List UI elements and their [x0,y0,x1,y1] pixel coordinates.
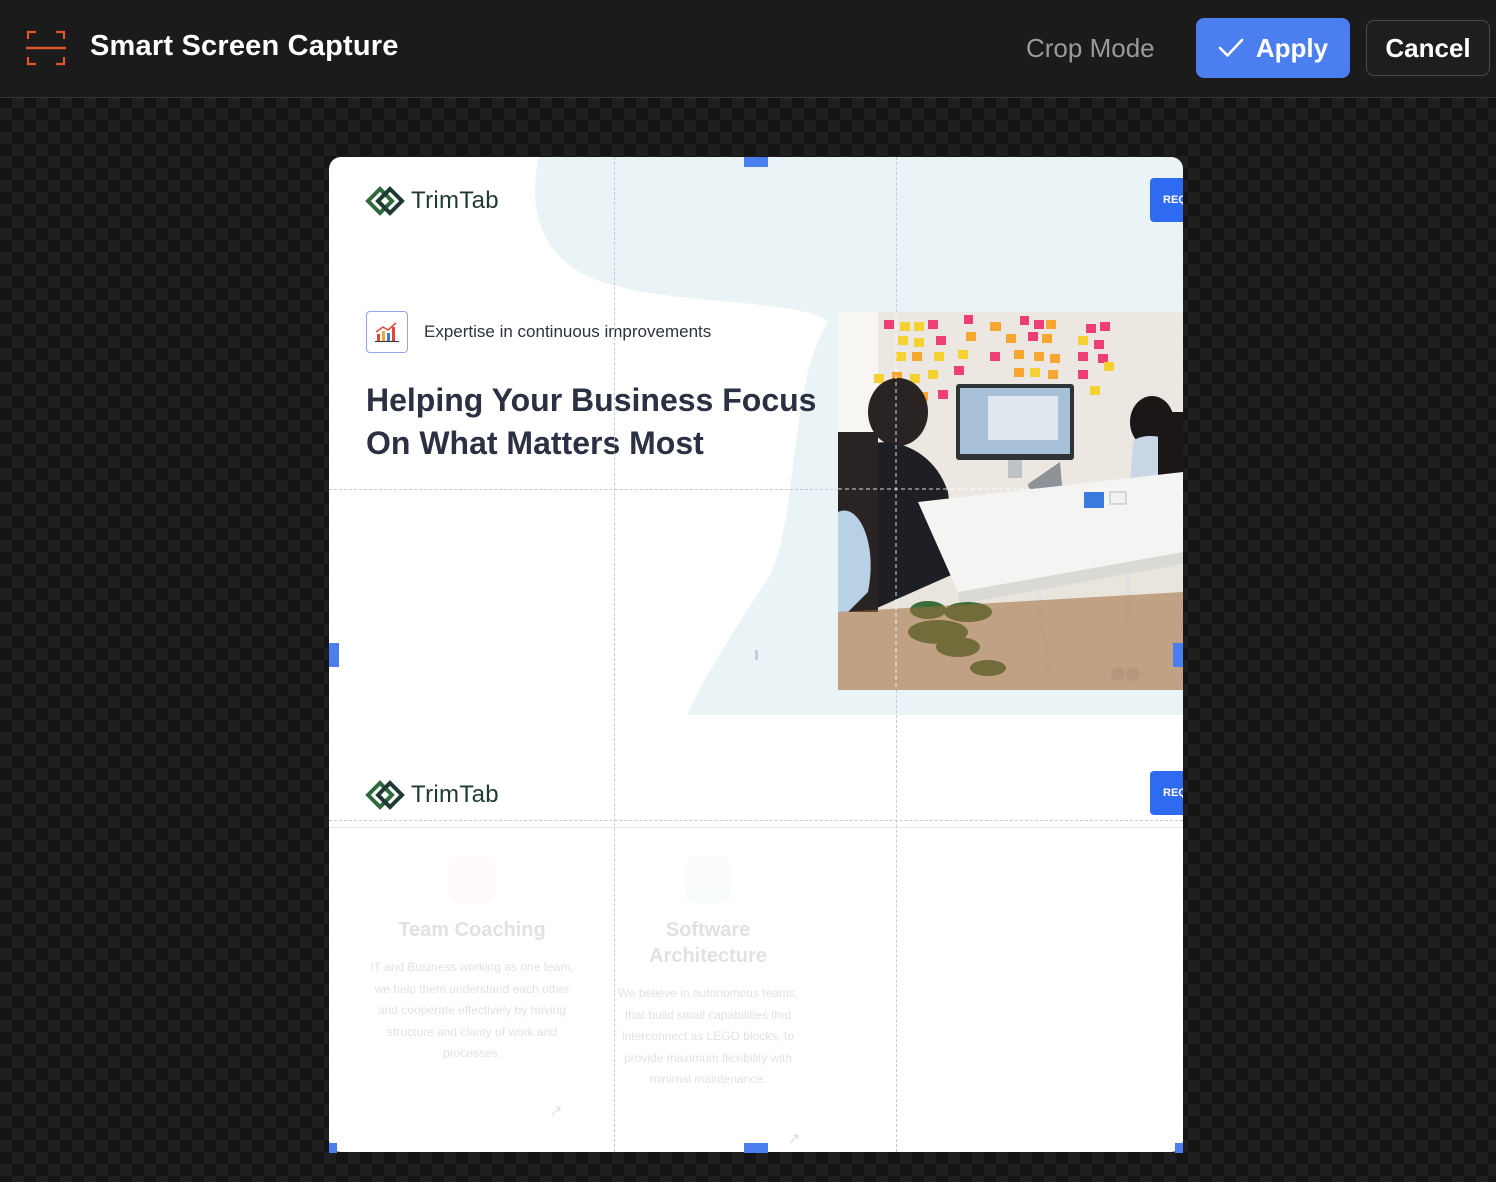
app-title: Smart Screen Capture [90,30,399,62]
service-card-software-architecture[interactable]: Software Architecture We believe in auto… [611,857,805,1091]
request-button[interactable]: REQ [1150,178,1183,222]
crop-grid-line [329,820,1183,821]
cancel-button[interactable]: Cancel [1366,20,1490,76]
header-divider [329,827,1183,828]
service-title: Software Architecture [649,919,767,967]
crop-handle-bottom-left[interactable] [329,1143,337,1153]
service-title: Team Coaching [398,919,546,941]
logo-text: TrimTab [411,781,499,808]
office-team-photo [838,312,1183,690]
capture-frame-icon [26,30,66,66]
crop-grid-line [896,157,897,312]
crop-handle-top[interactable] [744,157,768,167]
service-description: IT and Business working as one team, we … [370,960,574,1060]
apply-button[interactable]: Apply [1196,18,1350,78]
hero-tagline: Expertise in continuous improvements [366,311,711,353]
top-bar: Smart Screen Capture Crop Mode Apply Can… [0,0,1496,98]
trimtab-logo[interactable]: TrimTab [365,185,499,217]
monitor-icon [685,857,731,903]
crop-grid-line [896,690,897,1152]
crop-handle-left[interactable] [329,643,339,667]
crop-grid-line [329,489,838,490]
trimtab-logo-icon [365,186,405,216]
crop-handle-bottom-right[interactable] [1175,1143,1183,1153]
apply-label: Apply [1255,32,1329,63]
crop-center-marker [755,650,758,660]
crop-grid-line [614,157,615,1152]
check-icon [1218,38,1244,57]
arrow-up-right-icon[interactable]: ↗ [549,1101,562,1121]
request-button-secondary[interactable]: REQ [1150,771,1183,815]
trimtab-logo-icon [365,780,405,810]
pie-chart-icon [449,857,495,903]
crop-handle-right[interactable] [1173,643,1183,667]
crop-mode-label: Crop Mode [1026,33,1155,63]
service-card-team-coaching[interactable]: Team Coaching IT and Business working as… [367,857,577,1065]
bar-chart-icon [366,311,408,353]
crop-handle-bottom[interactable] [744,1143,768,1153]
service-description: We believe in autonomous teams, that bui… [617,986,799,1086]
arrow-up-right-icon[interactable]: ↗ [787,1129,800,1149]
logo-text: TrimTab [411,187,499,214]
trimtab-logo-secondary[interactable]: TrimTab [365,779,499,811]
tagline-text: Expertise in continuous improvements [424,322,712,341]
hero-headline: Helping Your Business Focus On What Matt… [366,382,817,461]
